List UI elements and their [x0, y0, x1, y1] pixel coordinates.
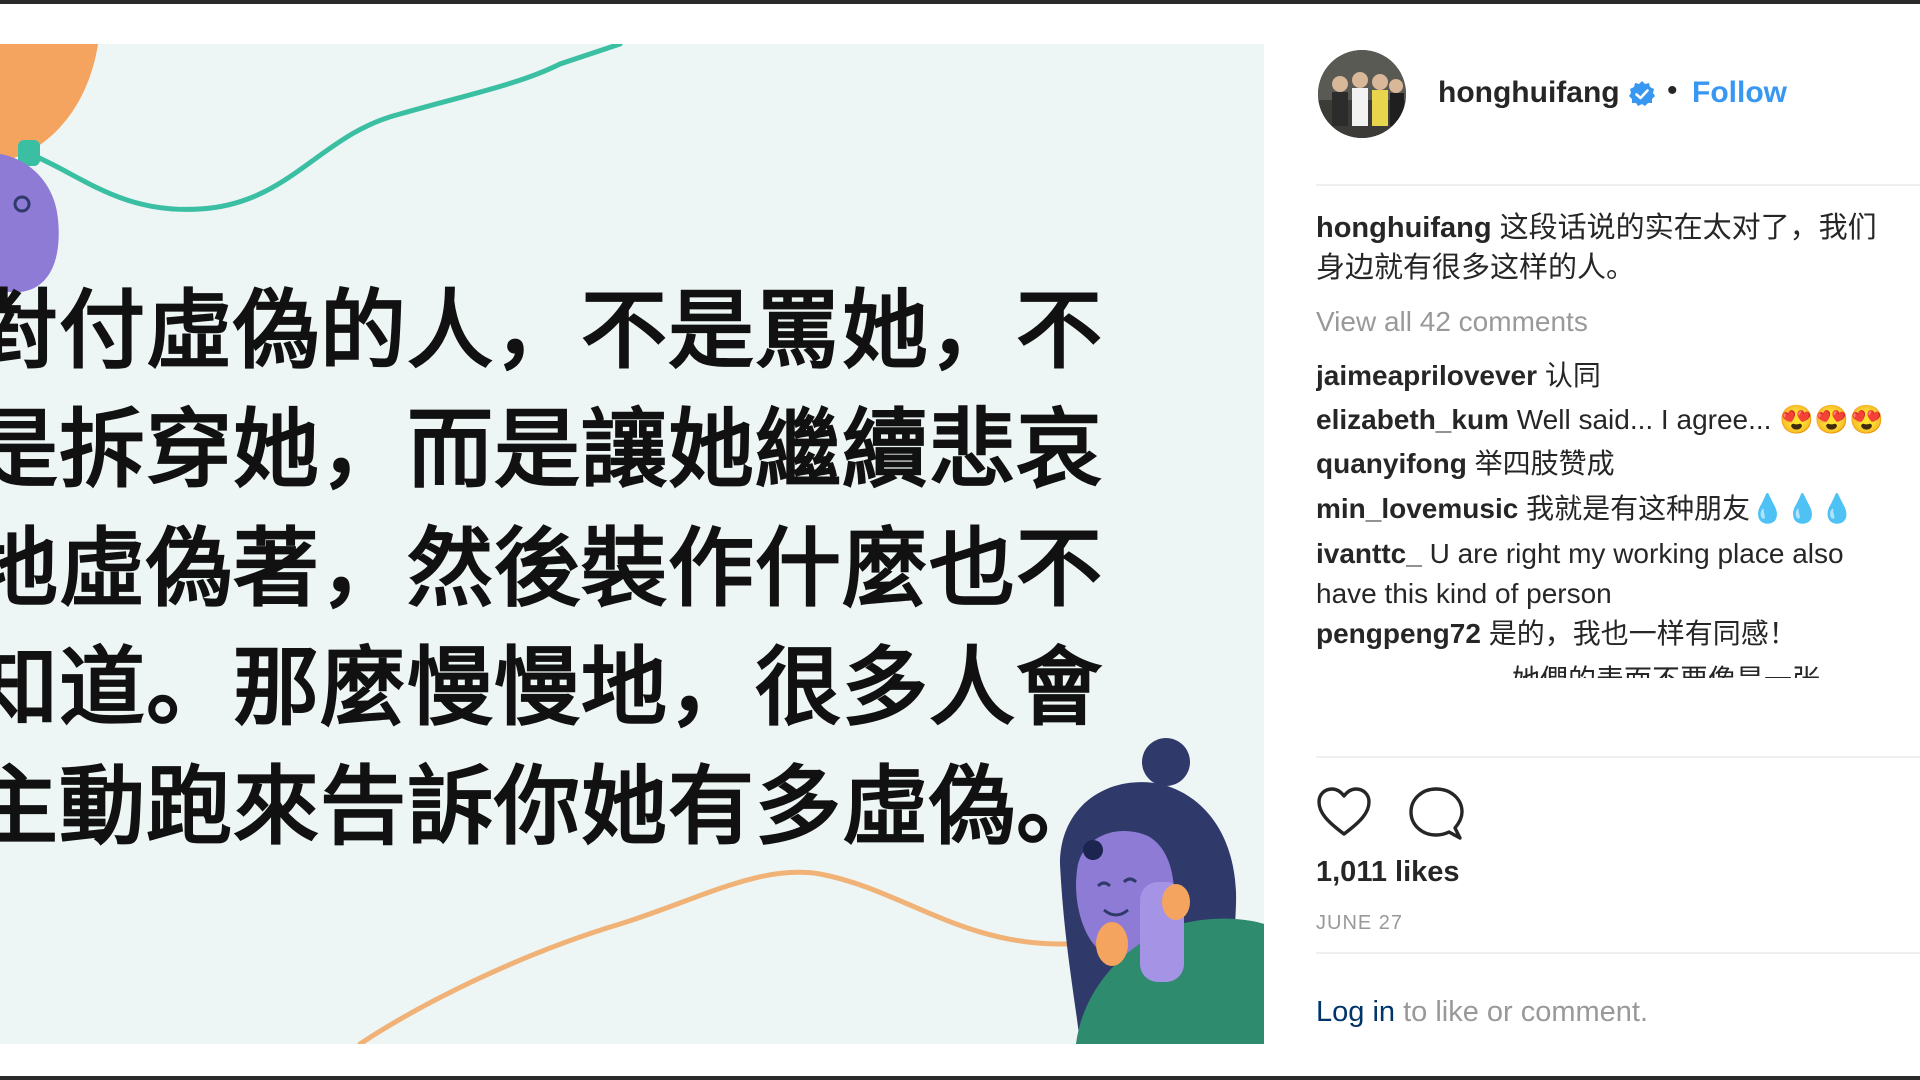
- username[interactable]: honghuifang: [1438, 76, 1620, 110]
- heart-icon[interactable]: [1316, 786, 1372, 838]
- divider: [1316, 952, 1920, 954]
- login-prompt-text: to like or comment.: [1395, 996, 1649, 1028]
- caption: honghuifang 这段话说的实在太对了，我们 身边就有很多这样的人。: [1316, 208, 1920, 288]
- caption-text: 这段话说的实在太对了，我们: [1499, 212, 1877, 244]
- post-header: honghuifang • Follow: [1316, 44, 1920, 184]
- comment-username[interactable]: jaimeaprilovever: [1316, 360, 1537, 391]
- post-date[interactable]: JUNE 27: [1316, 912, 1403, 935]
- comment-username[interactable]: pengpeng72: [1316, 618, 1481, 649]
- comment-item: ivanttc_ U are right my working place al…: [1316, 534, 1920, 614]
- view-all-comments-link[interactable]: View all 42 comments: [1316, 306, 1588, 338]
- post-actions: [1316, 774, 1920, 854]
- comment-text: 我就是有这种朋友💧💧💧: [1526, 493, 1855, 524]
- quote-text: 對付虛偽的人，不是罵她，不 是拆穿她，而是讓她繼續悲哀 地虛偽著，然後裝作什麼也…: [0, 272, 1192, 867]
- comment-username[interactable]: ivanttc_: [1316, 538, 1422, 569]
- login-link[interactable]: Log in: [1316, 996, 1395, 1028]
- post-side-panel: honghuifang • Follow honghuifang 这段话说的实在…: [1316, 44, 1920, 1044]
- comment-item: pengpeng72 是的，我也一样有同感！: [1316, 614, 1920, 654]
- comment-text-line2: have this kind of person: [1316, 578, 1612, 609]
- divider: [1316, 756, 1920, 758]
- quote-line: 知道。那麼慢慢地，很多人會: [0, 638, 1103, 738]
- comment-text: 认同: [1544, 360, 1601, 391]
- caption-text-line2: 身边就有很多这样的人。: [1316, 252, 1636, 284]
- likes-count[interactable]: 1,011 likes: [1316, 856, 1460, 889]
- comment-text: 是的，我也一样有同感！: [1488, 618, 1797, 649]
- comment-text: U are right my working place also: [1429, 538, 1844, 569]
- comment-item: min_lovemusic 我就是有这种朋友💧💧💧: [1316, 489, 1920, 529]
- comment-item: jaimeaprilovever 认同: [1316, 356, 1920, 396]
- comment-item: quanyifong 举四肢赞成: [1316, 444, 1920, 484]
- verified-badge-icon: [1629, 81, 1655, 106]
- comment-username[interactable]: elizabeth_kum: [1316, 404, 1509, 435]
- quote-line: 是拆穿她，而是讓她繼續悲哀: [0, 400, 1103, 500]
- comment-item-partial: 她們的表面不要像是一张: [1316, 660, 1920, 678]
- separator-dot: •: [1667, 74, 1678, 107]
- avatar[interactable]: [1318, 50, 1406, 138]
- caption-username[interactable]: honghuifang: [1316, 212, 1492, 244]
- instagram-post-window: 對付虛偽的人，不是罵她，不 是拆穿她，而是讓她繼續悲哀 地虛偽著，然後裝作什麼也…: [0, 4, 1920, 1076]
- comment-text: 她們的表面不要像是一张: [1512, 664, 1820, 678]
- comment-username[interactable]: min_lovemusic: [1316, 493, 1518, 524]
- comment-text: 举四肢赞成: [1474, 448, 1615, 479]
- quote-line: 主動跑來告訴你她有多虛偽。: [0, 757, 1103, 857]
- comments-list[interactable]: honghuifang 这段话说的实在太对了，我们 身边就有很多这样的人。 Vi…: [1316, 208, 1920, 788]
- login-prompt: Log in to like or comment.: [1316, 996, 1648, 1029]
- comment-text: Well said... I agree... 😍😍😍: [1516, 404, 1884, 435]
- follow-button[interactable]: Follow: [1692, 76, 1787, 110]
- quote-line: 地虛偽著，然後裝作什麼也不: [0, 519, 1103, 619]
- post-image[interactable]: 對付虛偽的人，不是罵她，不 是拆穿她，而是讓她繼續悲哀 地虛偽著，然後裝作什麼也…: [0, 44, 1264, 1044]
- comment-item: elizabeth_kum Well said... I agree... 😍😍…: [1316, 400, 1920, 440]
- comment-icon[interactable]: [1408, 786, 1464, 842]
- divider: [1316, 184, 1920, 186]
- comment-username[interactable]: quanyifong: [1316, 448, 1467, 479]
- quote-line: 對付虛偽的人，不是罵她，不: [0, 281, 1103, 381]
